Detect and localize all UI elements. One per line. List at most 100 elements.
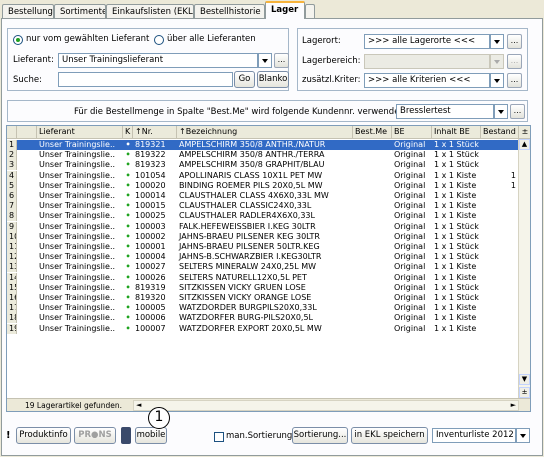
tab-bestellung[interactable]: Bestellung (2, 4, 54, 19)
header-nr[interactable]: ↑Nr. (133, 126, 177, 139)
table-row[interactable]: 13 Unser Trainingslie.. • 100027 SELTERS MIN… (7, 262, 519, 273)
row-bestme[interactable] (353, 171, 392, 181)
table-row[interactable]: 1 Unser Trainingslie.. • 819321 AMPELSCHIRM … (7, 140, 519, 150)
tab-lager[interactable]: Lager (265, 1, 305, 19)
table-row[interactable]: 6 Unser Trainingslie.. • 100014 CLAUSTHALER … (7, 191, 519, 201)
sort-checkbox[interactable] (214, 432, 224, 442)
row-bestme[interactable] (353, 293, 392, 303)
row-bestme[interactable] (353, 160, 392, 170)
tab-einkaufslisten[interactable]: Einkaufslisten (EKL) (106, 4, 194, 19)
lagerort-select[interactable]: >>> alle Lagerorte <<< (364, 34, 490, 49)
radio-alle-lieferanten[interactable] (154, 35, 164, 45)
header-lieferant[interactable]: Lieferant (37, 126, 123, 139)
row-bestme[interactable] (353, 211, 392, 221)
go-button[interactable]: Go (234, 71, 255, 88)
row-status-dot: • (125, 191, 131, 200)
scroll-right-arrow[interactable]: ► (511, 401, 516, 409)
row-bestme[interactable] (353, 140, 392, 150)
header-inhalt[interactable]: Inhalt BE (432, 126, 481, 139)
lieferant-dropdown-button[interactable] (258, 53, 272, 68)
row-bestme[interactable] (353, 201, 392, 211)
row-bestme[interactable] (353, 181, 392, 191)
row-blank (17, 150, 37, 160)
produktinfo-button[interactable]: Produktinfo (16, 427, 71, 444)
header-k[interactable]: K (123, 126, 133, 139)
table-row[interactable]: 2 Unser Trainingslie.. • 819322 AMPELSCHIRM … (7, 150, 519, 161)
row-be: Original (394, 180, 426, 190)
row-bestme[interactable] (353, 191, 392, 201)
ekl-speichern-button[interactable]: in EKL speichern (351, 427, 428, 444)
row-bestme[interactable] (353, 232, 392, 242)
radio-vom-lieferant[interactable] (13, 35, 23, 45)
horizontal-scrollbar[interactable]: ◄ ► (133, 400, 519, 411)
exclaim-icon[interactable]: ! (6, 427, 16, 444)
table-row[interactable]: 5 Unser Trainingslie.. • 100020 BINDING ROEM… (7, 180, 519, 191)
header-bestand[interactable]: Bestand (481, 126, 519, 139)
row-bestand (481, 273, 519, 283)
row-bestand (481, 262, 519, 272)
inventur-dropdown-button[interactable] (516, 428, 530, 443)
table-row[interactable]: 15 Unser Trainingslie.. • 819319 SITZKISSEN … (7, 282, 519, 293)
row-bestme[interactable] (353, 303, 392, 313)
scroll-left-arrow[interactable]: ◄ (136, 401, 141, 409)
row-bestand (481, 252, 519, 262)
sortierung-button[interactable]: Sortierung... (292, 427, 348, 444)
lagerbereich-more-button[interactable]: ... (507, 54, 522, 69)
table-row[interactable]: 11 Unser Trainingslie.. • 100001 JAHNS-BRAEU… (7, 242, 519, 252)
scroll-down-arrow[interactable]: ▼ (519, 374, 530, 385)
header-bezeichnung[interactable]: ↑Bezeichnung (177, 126, 353, 139)
kundennr-more-button[interactable]: ... (510, 104, 525, 119)
row-nr: 100020 (135, 180, 166, 190)
table-row[interactable]: 3 Unser Trainingslie.. • 819323 AMPELSCHIRM … (7, 160, 519, 171)
inventur-select[interactable]: Inventurliste 2012 (432, 428, 516, 443)
table-row[interactable]: 7 Unser Trainingslie.. • 100015 CLAUSTHALER … (7, 201, 519, 212)
lagerort-dropdown-button[interactable] (490, 34, 504, 49)
lagerort-more-button[interactable]: ... (507, 34, 522, 49)
table-row[interactable]: 17 Unser Trainingslie.. • 100005 WATZDORDER … (7, 303, 519, 314)
lieferant-select[interactable]: Unser Trainingslieferant (58, 53, 258, 68)
row-bestme[interactable] (353, 222, 392, 232)
table-row[interactable]: 8 Unser Trainingslie.. • 100025 CLAUSTHALER … (7, 211, 519, 222)
kriter-more-button[interactable]: ... (507, 73, 522, 88)
phone-icon[interactable] (121, 427, 131, 444)
table-row[interactable]: 12 Unser Trainingslie.. • 100004 JAHNS-B.SCH… (7, 252, 519, 263)
header-bestme[interactable]: Best.Me (353, 126, 392, 139)
lagerbereich-dropdown-button[interactable] (490, 54, 504, 69)
row-blank (17, 232, 37, 242)
row-inhalt: 1 x 1 Kiste (434, 170, 477, 180)
header-scroll-corner[interactable]: ± (519, 126, 530, 139)
mobile-button[interactable]: mobile (135, 427, 167, 444)
row-bestme[interactable] (353, 252, 392, 262)
table-row[interactable]: 18 Unser Trainingslie.. • 100006 WATZDORFER … (7, 313, 519, 324)
row-bestme[interactable] (353, 242, 392, 252)
vertical-scrollbar[interactable]: ▲ ▼ ± (518, 139, 530, 399)
tab-bestellhistorie[interactable]: Bestellhistorie (194, 4, 265, 19)
kriter-select[interactable]: >>> alle Kriterien <<< (364, 73, 490, 88)
table-row[interactable]: 10 Unser Trainingslie.. • 100002 JAHNS-BRAEU… (7, 231, 519, 242)
scroll-up-arrow[interactable]: ▲ (519, 139, 530, 150)
lagerbereich-select[interactable] (364, 54, 490, 69)
row-bestme[interactable] (353, 313, 392, 323)
table-row[interactable]: 19 Unser Trainingslie.. • 100007 WATZDORFER … (7, 323, 519, 334)
tab-empty[interactable] (305, 4, 315, 19)
kriter-dropdown-button[interactable] (490, 73, 504, 88)
table-row[interactable]: 9 Unser Trainingslie.. • 100003 FALK.HEFEWEI… (7, 221, 519, 232)
prisma-button[interactable]: PR●NS (74, 427, 116, 444)
header-be[interactable]: BE (392, 126, 432, 139)
table-row[interactable]: 4 Unser Trainingslie.. • 101054 APOLLINARIS … (7, 170, 519, 181)
blanko-button[interactable]: Blanko (257, 71, 289, 88)
table-row[interactable]: 16 Unser Trainingslie.. • 819320 SITZKISSEN … (7, 293, 519, 303)
row-bestme[interactable] (353, 150, 392, 160)
tab-sortimente[interactable]: Sortimente (54, 4, 106, 19)
row-lieferant: Unser Trainingslie.. (39, 252, 116, 262)
row-bestme[interactable] (353, 283, 392, 293)
lieferant-more-button[interactable]: ... (274, 53, 289, 68)
scroll-bottom-arrow[interactable]: ± (519, 387, 530, 398)
row-bestme[interactable] (353, 262, 392, 272)
suche-input[interactable] (58, 72, 233, 87)
row-bestme[interactable] (353, 324, 392, 334)
kundennr-select[interactable]: Bresslertest (396, 104, 494, 119)
kundennr-dropdown-button[interactable] (494, 104, 508, 119)
row-bestme[interactable] (353, 273, 392, 283)
table-row[interactable]: 14 Unser Trainingslie.. • 100026 SELTERS NAT… (7, 272, 519, 283)
